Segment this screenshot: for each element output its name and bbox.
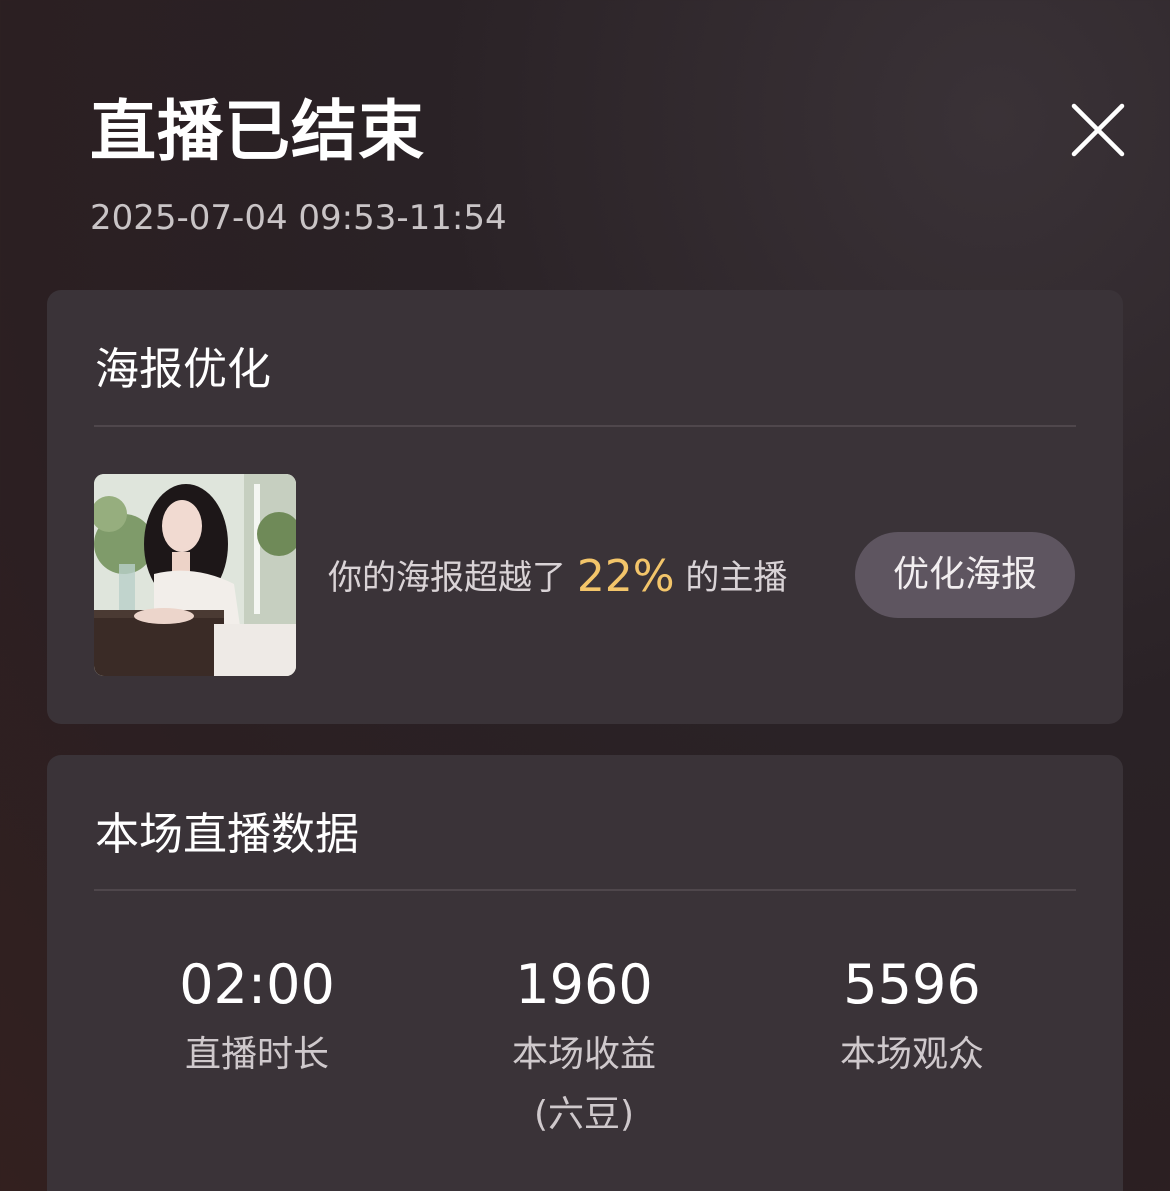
stats-card-title: 本场直播数据 (95, 809, 359, 860)
poster-rank-text: 你的海报超越了 22% 的主播 (328, 552, 787, 603)
poster-image (94, 474, 296, 676)
stat-value: 5596 (843, 953, 981, 1016)
live-stats-card: 本场直播数据 02:00 直播时长 1960 本场收益 (六豆) 5596 本场… (47, 755, 1123, 1191)
poster-rank-percent: 22% (576, 551, 675, 602)
optimize-poster-button[interactable]: 优化海报 (855, 532, 1075, 618)
stats-card-divider (94, 889, 1076, 891)
stat-value: 1960 (515, 953, 653, 1016)
poster-thumbnail[interactable] (94, 474, 296, 676)
page-title: 直播已结束 (90, 93, 425, 170)
poster-rank-suffix: 的主播 (685, 558, 788, 598)
stat-sublabel: (六豆) (533, 1094, 635, 1135)
close-icon (1071, 103, 1125, 157)
stat-label: 本场收益 (511, 1034, 656, 1075)
stat-viewers: 5596 本场观众 (772, 953, 1052, 1085)
stat-label: 本场观众 (839, 1034, 984, 1075)
poster-rank-prefix: 你的海报超越了 (328, 558, 566, 598)
stat-revenue: 1960 本场收益 (六豆) (444, 953, 724, 1145)
poster-card-title: 海报优化 (95, 344, 271, 395)
live-time-range: 2025-07-04 09:53-11:54 (90, 198, 507, 238)
stat-value: 02:00 (179, 953, 335, 1016)
stat-label: 直播时长 (184, 1034, 329, 1075)
stat-duration: 02:00 直播时长 (117, 953, 397, 1085)
close-button[interactable] (1068, 100, 1128, 160)
poster-optimization-card: 海报优化 你的海报超越了 22% 的主播 优化海报 (47, 290, 1123, 724)
poster-card-divider (94, 425, 1076, 427)
